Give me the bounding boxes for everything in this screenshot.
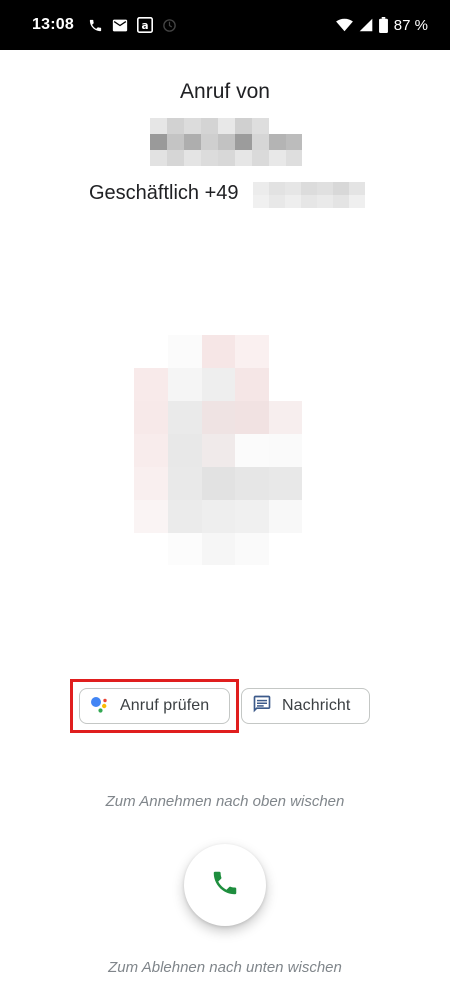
swipe-down-hint: Zum Ablehnen nach unten wischen (108, 959, 342, 976)
message-icon (252, 694, 272, 719)
screen-call-label: Anruf prüfen (120, 697, 210, 714)
signal-icon (359, 18, 373, 32)
screen-call-button[interactable]: Anruf prüfen (79, 688, 230, 724)
caller-number-label: Geschäftlich +49 (89, 182, 239, 204)
wifi-icon (335, 18, 353, 32)
answer-call-button[interactable] (184, 844, 266, 926)
phone-icon (88, 18, 103, 33)
status-bar: 13:08 a 87 % (0, 0, 450, 50)
svg-text:a: a (141, 20, 148, 32)
notification-icons: a (88, 17, 177, 33)
caller-heading: Anruf von (180, 80, 270, 103)
message-button[interactable]: Nachricht (241, 688, 370, 724)
caller-number-row: Geschäftlich +49 (0, 182, 450, 208)
battery-icon (378, 17, 388, 33)
caller-number-redacted (253, 182, 365, 208)
caller-avatar-redacted (134, 335, 302, 565)
status-time: 13:08 (32, 16, 74, 33)
sync-icon (162, 18, 177, 33)
system-status: 87 % (335, 16, 428, 34)
battery-percent: 87 % (393, 16, 428, 34)
amazon-icon: a (136, 17, 153, 33)
swipe-up-hint: Zum Annehmen nach oben wischen (105, 793, 345, 810)
caller-name-redacted (150, 118, 302, 166)
mail-icon (112, 19, 128, 32)
phone-icon (210, 868, 240, 903)
message-label: Nachricht (282, 697, 351, 714)
google-assistant-icon (90, 694, 110, 719)
